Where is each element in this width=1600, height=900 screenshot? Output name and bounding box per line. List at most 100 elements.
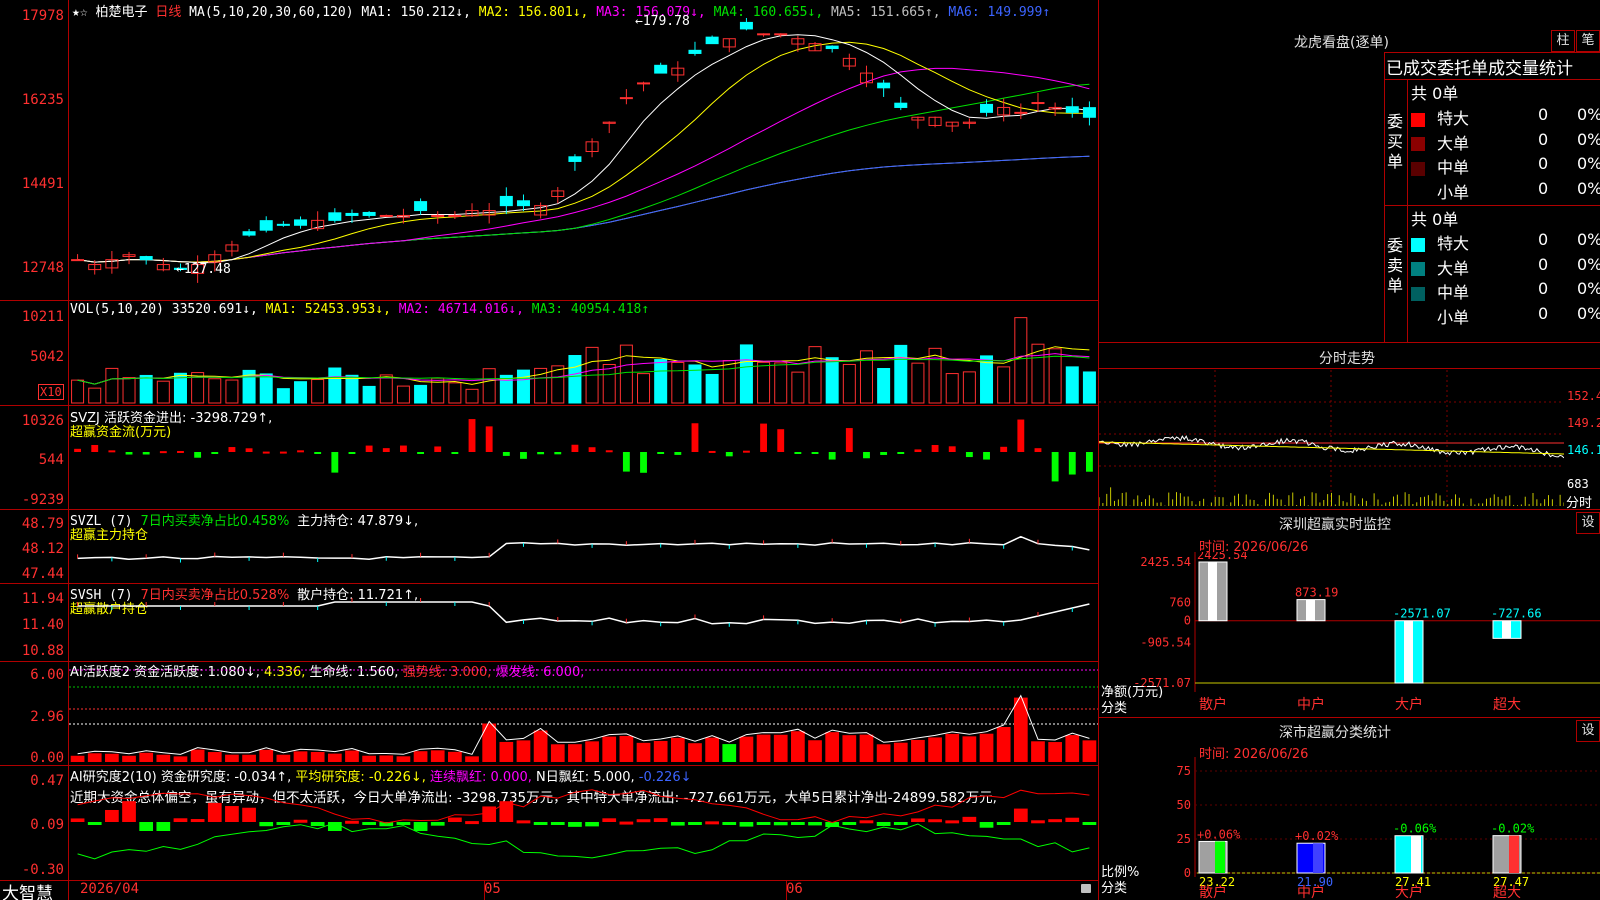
research-bar[interactable] xyxy=(876,822,891,826)
activity-bar[interactable] xyxy=(70,755,85,762)
volume-bar[interactable] xyxy=(757,361,771,404)
fund-flow-bar[interactable] xyxy=(348,452,356,454)
fund-flow-bar[interactable] xyxy=(588,447,596,452)
research-bar[interactable] xyxy=(705,821,719,825)
activity-bar[interactable] xyxy=(327,753,342,762)
research-bar[interactable] xyxy=(739,822,754,827)
candle-body[interactable] xyxy=(328,212,342,221)
fund-flow-bar[interactable] xyxy=(211,452,219,454)
candle-body[interactable] xyxy=(877,82,891,89)
fund-flow-bar[interactable] xyxy=(297,450,304,453)
research-bar[interactable] xyxy=(1013,808,1028,822)
fund-flow-bar[interactable] xyxy=(365,445,373,452)
research-bar[interactable] xyxy=(979,822,994,828)
research-bar[interactable] xyxy=(225,806,239,822)
candle-body[interactable] xyxy=(825,45,839,50)
fund-flow-bar[interactable] xyxy=(314,452,322,454)
fund-flow-bar[interactable] xyxy=(228,447,236,452)
szm-bar-group[interactable] xyxy=(1198,561,1228,622)
volume-bar[interactable] xyxy=(654,359,668,404)
volume-bar[interactable] xyxy=(1082,371,1096,404)
fund-flow-bar[interactable] xyxy=(1085,452,1093,472)
volume-bar[interactable] xyxy=(396,385,410,404)
activity-bar[interactable] xyxy=(122,755,136,762)
research-bar[interactable] xyxy=(1031,820,1045,824)
research-bar[interactable] xyxy=(842,822,857,825)
activity-bar[interactable] xyxy=(876,744,891,762)
szc-bar-group[interactable] xyxy=(1394,835,1424,874)
szc-bar-group[interactable] xyxy=(1296,842,1326,874)
research-bar[interactable] xyxy=(499,801,514,822)
szm-bar-group[interactable] xyxy=(1492,620,1522,639)
fund-flow-bar[interactable] xyxy=(468,419,476,452)
volume-bar[interactable] xyxy=(345,374,359,404)
activity-bar[interactable] xyxy=(379,755,394,762)
volume-bar[interactable] xyxy=(877,368,891,404)
szc-bar-group[interactable] xyxy=(1492,835,1522,874)
candle-body[interactable] xyxy=(654,64,668,74)
main-holding-chart[interactable] xyxy=(69,510,1098,583)
fund-flow-bar[interactable] xyxy=(708,450,716,453)
activity-bar[interactable] xyxy=(139,752,154,762)
fund-flow-bar[interactable] xyxy=(485,426,493,452)
activity-bar[interactable] xyxy=(533,730,548,762)
volume-bar[interactable] xyxy=(225,379,239,404)
activity-bar[interactable] xyxy=(739,736,754,762)
volume-bar[interactable] xyxy=(602,363,616,404)
candle-body[interactable] xyxy=(448,214,462,217)
volume-bar[interactable] xyxy=(414,384,428,404)
fund-flow-bar[interactable] xyxy=(382,448,390,452)
fund-flow-bar[interactable] xyxy=(948,446,956,452)
research-bar[interactable] xyxy=(619,821,634,825)
volume-bar[interactable] xyxy=(945,373,959,404)
volume-bar[interactable] xyxy=(705,373,719,404)
fund-flow-bar[interactable] xyxy=(657,452,665,454)
fund-flow-bar[interactable] xyxy=(194,452,202,458)
fund-flow-bar[interactable] xyxy=(691,423,699,452)
research-bar[interactable] xyxy=(413,822,428,831)
research-bar[interactable] xyxy=(911,818,925,822)
fund-flow-bar[interactable] xyxy=(74,448,82,452)
research-bar[interactable] xyxy=(122,801,136,822)
volume-bar[interactable] xyxy=(276,388,290,404)
fund-flow-bar[interactable] xyxy=(571,444,579,452)
volume-bar[interactable] xyxy=(311,379,325,404)
research-bar[interactable] xyxy=(893,822,908,825)
activity-bar[interactable] xyxy=(516,740,531,762)
volume-bar[interactable] xyxy=(808,346,822,404)
activity-bar[interactable] xyxy=(996,727,1011,762)
activity-bar[interactable] xyxy=(550,744,565,762)
activity-bar[interactable] xyxy=(928,737,942,762)
candle-body[interactable] xyxy=(139,256,153,261)
activity-bar[interactable] xyxy=(825,732,840,762)
volume-bar[interactable] xyxy=(105,367,119,404)
research-bar[interactable] xyxy=(173,818,188,822)
research-bar[interactable] xyxy=(293,819,308,823)
candle-body[interactable] xyxy=(1065,106,1079,113)
candle-body[interactable] xyxy=(499,195,513,207)
volume-chart[interactable] xyxy=(69,310,1098,405)
candle-body[interactable] xyxy=(379,214,393,217)
candle-body[interactable] xyxy=(259,220,273,231)
volume-bar[interactable] xyxy=(259,373,273,404)
fund-flow-bar[interactable] xyxy=(399,445,407,452)
szm-bar-group[interactable] xyxy=(1296,599,1326,622)
candle-body[interactable] xyxy=(71,259,85,262)
candle-body[interactable] xyxy=(242,231,256,236)
volume-bar[interactable] xyxy=(362,385,376,404)
sz-class-settings-button[interactable]: 设 xyxy=(1576,720,1600,742)
fund-flow-bar[interactable] xyxy=(279,451,287,454)
volume-bar[interactable] xyxy=(482,368,496,404)
volume-bar[interactable] xyxy=(465,388,479,404)
szc-bar-group[interactable] xyxy=(1198,840,1228,874)
activity-bar[interactable] xyxy=(670,737,685,762)
candle-body[interactable] xyxy=(980,103,994,113)
fund-flow-bar[interactable] xyxy=(914,449,922,452)
volume-bar[interactable] xyxy=(328,367,342,404)
research-bar[interactable] xyxy=(1082,822,1097,825)
fund-flow-bar[interactable] xyxy=(434,446,442,452)
candle-body[interactable] xyxy=(688,49,702,54)
research-bar[interactable] xyxy=(670,822,685,826)
volume-bar[interactable] xyxy=(671,361,685,404)
research-bar[interactable] xyxy=(996,822,1011,825)
